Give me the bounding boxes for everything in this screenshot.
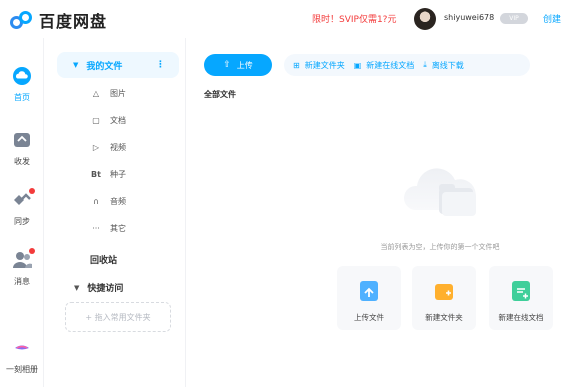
sidebar-item-quick-access[interactable]: ▼ 快捷访问	[74, 281, 124, 295]
sidebar-item-label: 文档	[110, 116, 126, 125]
new-online-doc-label: 新建在线文档	[366, 60, 415, 70]
download-icon: ⤓	[423, 60, 427, 69]
action-toolbar: ⊞ 新建文件夹 ▣ 新建在线文档 ⤓ 离线下载	[284, 54, 530, 76]
quick-access-dropzone[interactable]: + 拖入常用文件夹	[65, 302, 171, 332]
caret-down-icon[interactable]: ▼	[74, 284, 79, 292]
upload-icon: ⇧	[223, 60, 231, 70]
more-dots-icon: ···	[92, 224, 100, 233]
rail-item-sync[interactable]: 同步	[0, 188, 44, 227]
upload-file-card[interactable]: 上传文件	[337, 266, 401, 330]
vip-badge[interactable]: VIP	[500, 13, 528, 24]
headphones-icon: ∩	[93, 197, 99, 206]
cloud-home-icon	[12, 66, 32, 86]
top-bar: 百度网盘 限时！SVIP仅需1?元 shiyuwei678 VIP 创建	[0, 0, 576, 38]
upload-button[interactable]: ⇧ 上传	[204, 54, 272, 76]
card-label: 新建在线文档	[498, 313, 544, 322]
online-doc-icon	[512, 281, 530, 301]
upload-label: 上传	[236, 60, 253, 70]
sidebar-item-label: 我的文件	[86, 61, 123, 72]
rail-item-album[interactable]: 一刻相册	[0, 338, 44, 375]
empty-cloud-icon	[401, 158, 481, 218]
avatar[interactable]	[414, 8, 436, 30]
new-folder-button[interactable]: ⊞ 新建文件夹	[293, 60, 345, 71]
sidebar-item-other[interactable]: ··· 其它	[90, 223, 126, 234]
sync-notification-dot	[29, 188, 35, 194]
rail-label: 首页	[14, 93, 30, 102]
card-label: 上传文件	[354, 313, 384, 322]
rail-label: 一刻相册	[6, 365, 38, 374]
new-folder-label: 新建文件夹	[304, 60, 345, 70]
caret-down-icon[interactable]: ▼	[73, 61, 78, 69]
sidebar-item-label: 其它	[110, 224, 126, 233]
sidebar-item-label: 种子	[110, 170, 126, 179]
username[interactable]: shiyuwei678	[444, 13, 494, 22]
document-icon: ▢	[92, 116, 100, 125]
folder-icon	[435, 284, 453, 300]
left-rail: 首页 收发 同步 消息 一刻相册	[0, 38, 44, 387]
new-online-doc-card[interactable]: 新建在线文档	[489, 266, 553, 330]
breadcrumb[interactable]: 全部文件	[204, 89, 236, 100]
rail-item-messages[interactable]: 消息	[0, 248, 44, 287]
brand-logo[interactable]: 百度网盘	[10, 8, 107, 32]
offline-download-button[interactable]: ⤓ 离线下载	[423, 60, 464, 71]
rail-label: 消息	[14, 277, 30, 286]
empty-state-text: 当前列表为空，上传你的第一个文件吧	[380, 243, 500, 251]
video-icon: ▷	[92, 143, 100, 152]
new-doc-icon: ▣	[353, 60, 362, 70]
new-online-doc-button[interactable]: ▣ 新建在线文档	[354, 60, 415, 71]
sidebar-item-torrents[interactable]: Bt 种子	[90, 169, 126, 180]
torrent-icon: Bt	[91, 170, 101, 179]
message-icon	[12, 248, 35, 270]
rail-label: 同步	[14, 217, 30, 226]
rail-item-home[interactable]: 首页	[0, 66, 44, 103]
sidebar-item-label: 视频	[110, 143, 126, 152]
baidu-netdisk-logo-icon	[10, 10, 34, 30]
sidebar-item-label: 音频	[110, 197, 126, 206]
file-sidebar: ▼ 我的文件 ⋮ △ 图片 ▢ 文档 ▷ 视频 Bt 种子 ∩ 音频 ··· 其…	[50, 38, 186, 387]
sidebar-item-label: 图片	[110, 89, 126, 98]
sidebar-item-my-files[interactable]: ▼ 我的文件 ⋮	[57, 52, 179, 78]
sidebar-item-videos[interactable]: ▷ 视频	[90, 142, 126, 153]
rail-item-transfer[interactable]: 收发	[0, 130, 44, 167]
sidebar-item-recycle-bin[interactable]: 回收站	[90, 253, 117, 266]
svip-promo-link[interactable]: 限时！SVIP仅需1?元	[312, 12, 396, 25]
message-notification-dot	[29, 248, 35, 254]
new-folder-card[interactable]: 新建文件夹	[412, 266, 476, 330]
sidebar-item-images[interactable]: △ 图片	[90, 88, 126, 99]
sync-icon	[12, 188, 35, 210]
card-label: 新建文件夹	[425, 313, 463, 322]
transfer-icon	[12, 130, 32, 150]
sidebar-item-documents[interactable]: ▢ 文档	[90, 115, 126, 126]
new-folder-icon: ⊞	[293, 60, 300, 70]
sidebar-item-label: 快捷访问	[87, 284, 124, 294]
create-link[interactable]: 创建	[543, 12, 561, 25]
sidebar-item-audio[interactable]: ∩ 音频	[90, 196, 126, 207]
upload-file-icon	[360, 281, 378, 301]
rail-label: 收发	[14, 157, 30, 166]
brand-name: 百度网盘	[39, 12, 108, 31]
offline-download-label: 离线下载	[431, 60, 464, 70]
image-icon: △	[92, 89, 100, 98]
more-options-icon[interactable]: ⋮	[156, 60, 165, 70]
album-icon	[12, 338, 32, 358]
